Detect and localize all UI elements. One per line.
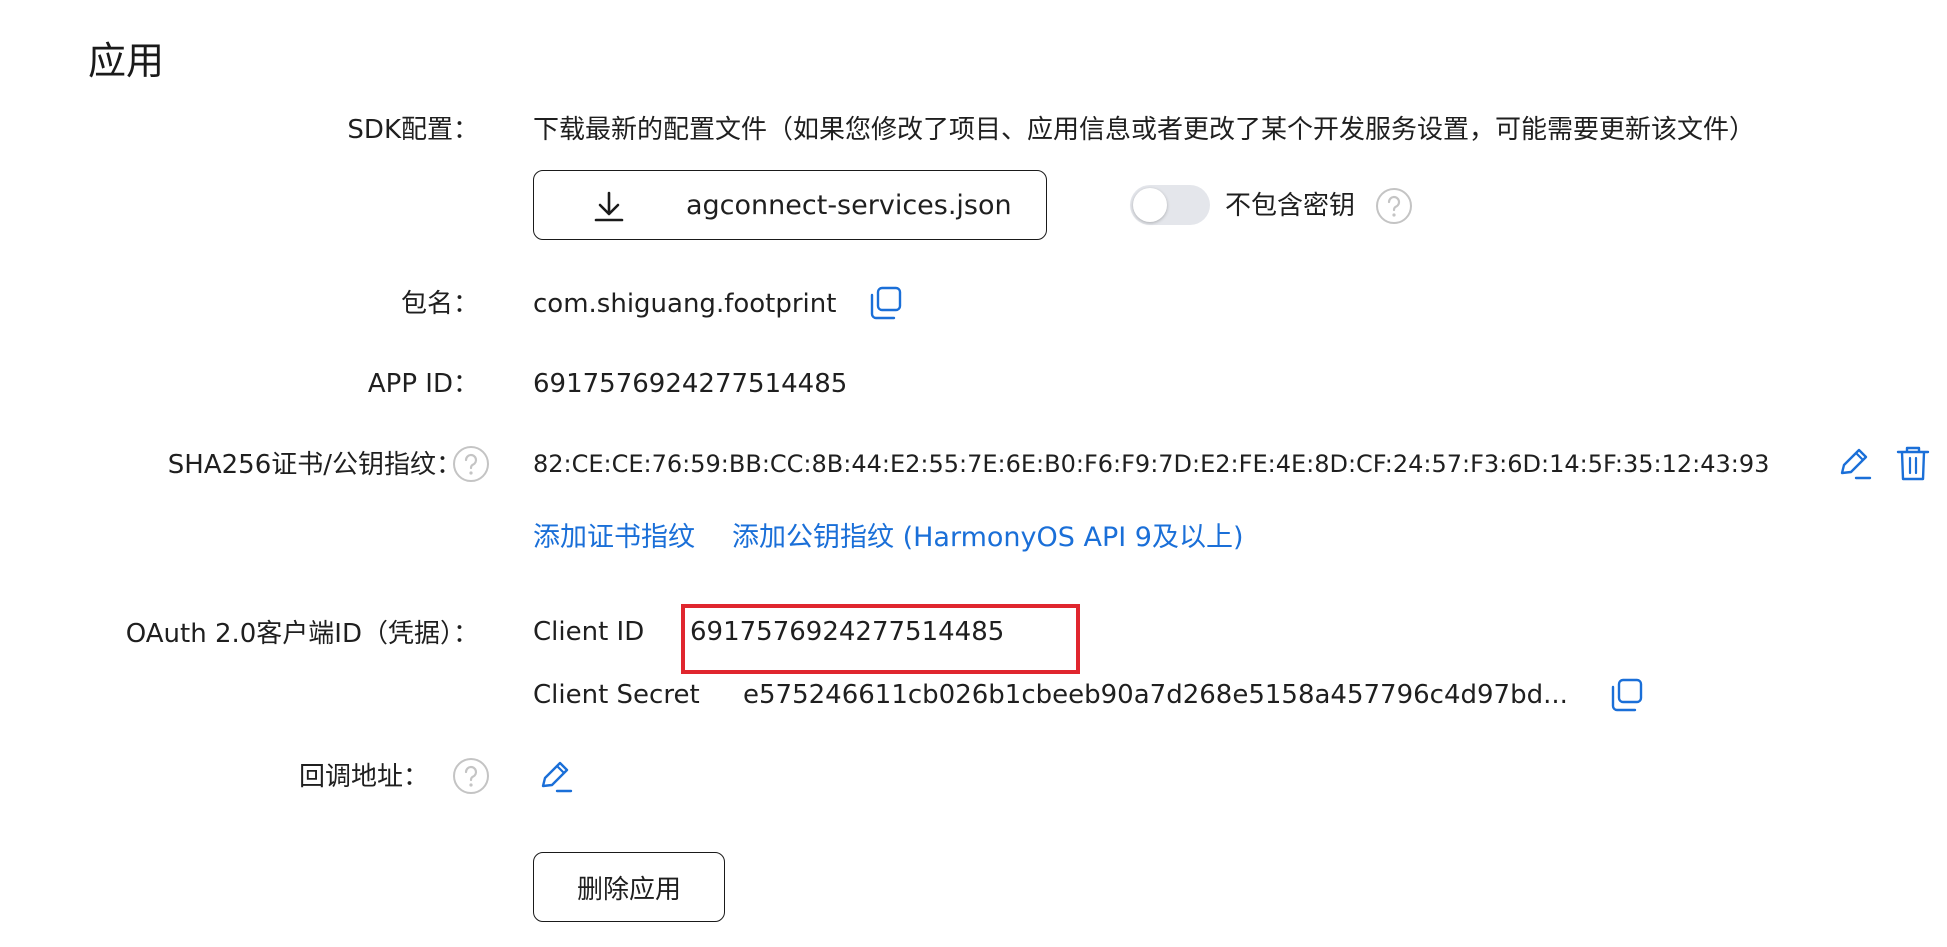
client-id-label: Client ID	[533, 617, 645, 647]
toggle-knob	[1133, 188, 1167, 222]
add-pubkey-fingerprint-link[interactable]: 添加公钥指纹 (HarmonyOS API 9及以上)	[732, 524, 1243, 551]
edit-icon[interactable]	[1834, 443, 1874, 483]
highlight-box	[681, 604, 1080, 674]
callback-url-label: 回调地址：	[298, 762, 429, 792]
app-id-label: APP ID：	[367, 369, 479, 399]
oauth-client-id-label: OAuth 2.0客户端ID（凭据）：	[125, 619, 479, 649]
exclude-secret-toggle[interactable]	[1130, 185, 1210, 225]
delete-icon[interactable]	[1893, 443, 1933, 483]
client-secret-label: Client Secret	[533, 680, 700, 710]
sdk-config-description: 下载最新的配置文件（如果您修改了项目、应用信息或者更改了某个开发服务设置，可能需…	[533, 115, 1756, 145]
sha256-value: 82:CE:CE:76:59:BB:CC:8B:44:E2:55:7E:6E:B…	[533, 450, 1770, 478]
client-secret-value: e575246611cb026b1cbeeb90a7d268e5158a4577…	[743, 680, 1568, 710]
sha256-label: SHA256证书/公钥指纹：	[167, 450, 462, 480]
help-icon[interactable]	[1375, 187, 1413, 225]
download-config-button[interactable]: agconnect-services.json	[533, 170, 1047, 240]
copy-icon[interactable]	[1606, 675, 1646, 715]
package-name-label: 包名：	[400, 289, 479, 319]
edit-icon[interactable]	[535, 756, 575, 796]
copy-icon[interactable]	[865, 283, 905, 323]
add-cert-fingerprint-link[interactable]: 添加证书指纹	[533, 524, 695, 551]
download-config-label: agconnect-services.json	[686, 190, 1012, 221]
help-icon[interactable]	[452, 757, 490, 795]
help-icon[interactable]	[452, 445, 490, 483]
app-id-value: 6917576924277514485	[533, 369, 848, 399]
exclude-secret-label: 不包含密钥	[1225, 191, 1356, 221]
package-name-value: com.shiguang.footprint	[533, 289, 837, 319]
sdk-config-label: SDK配置：	[347, 115, 479, 145]
download-icon	[594, 191, 624, 222]
delete-app-button[interactable]: 删除应用	[533, 852, 725, 922]
section-title: 应用	[88, 39, 165, 83]
